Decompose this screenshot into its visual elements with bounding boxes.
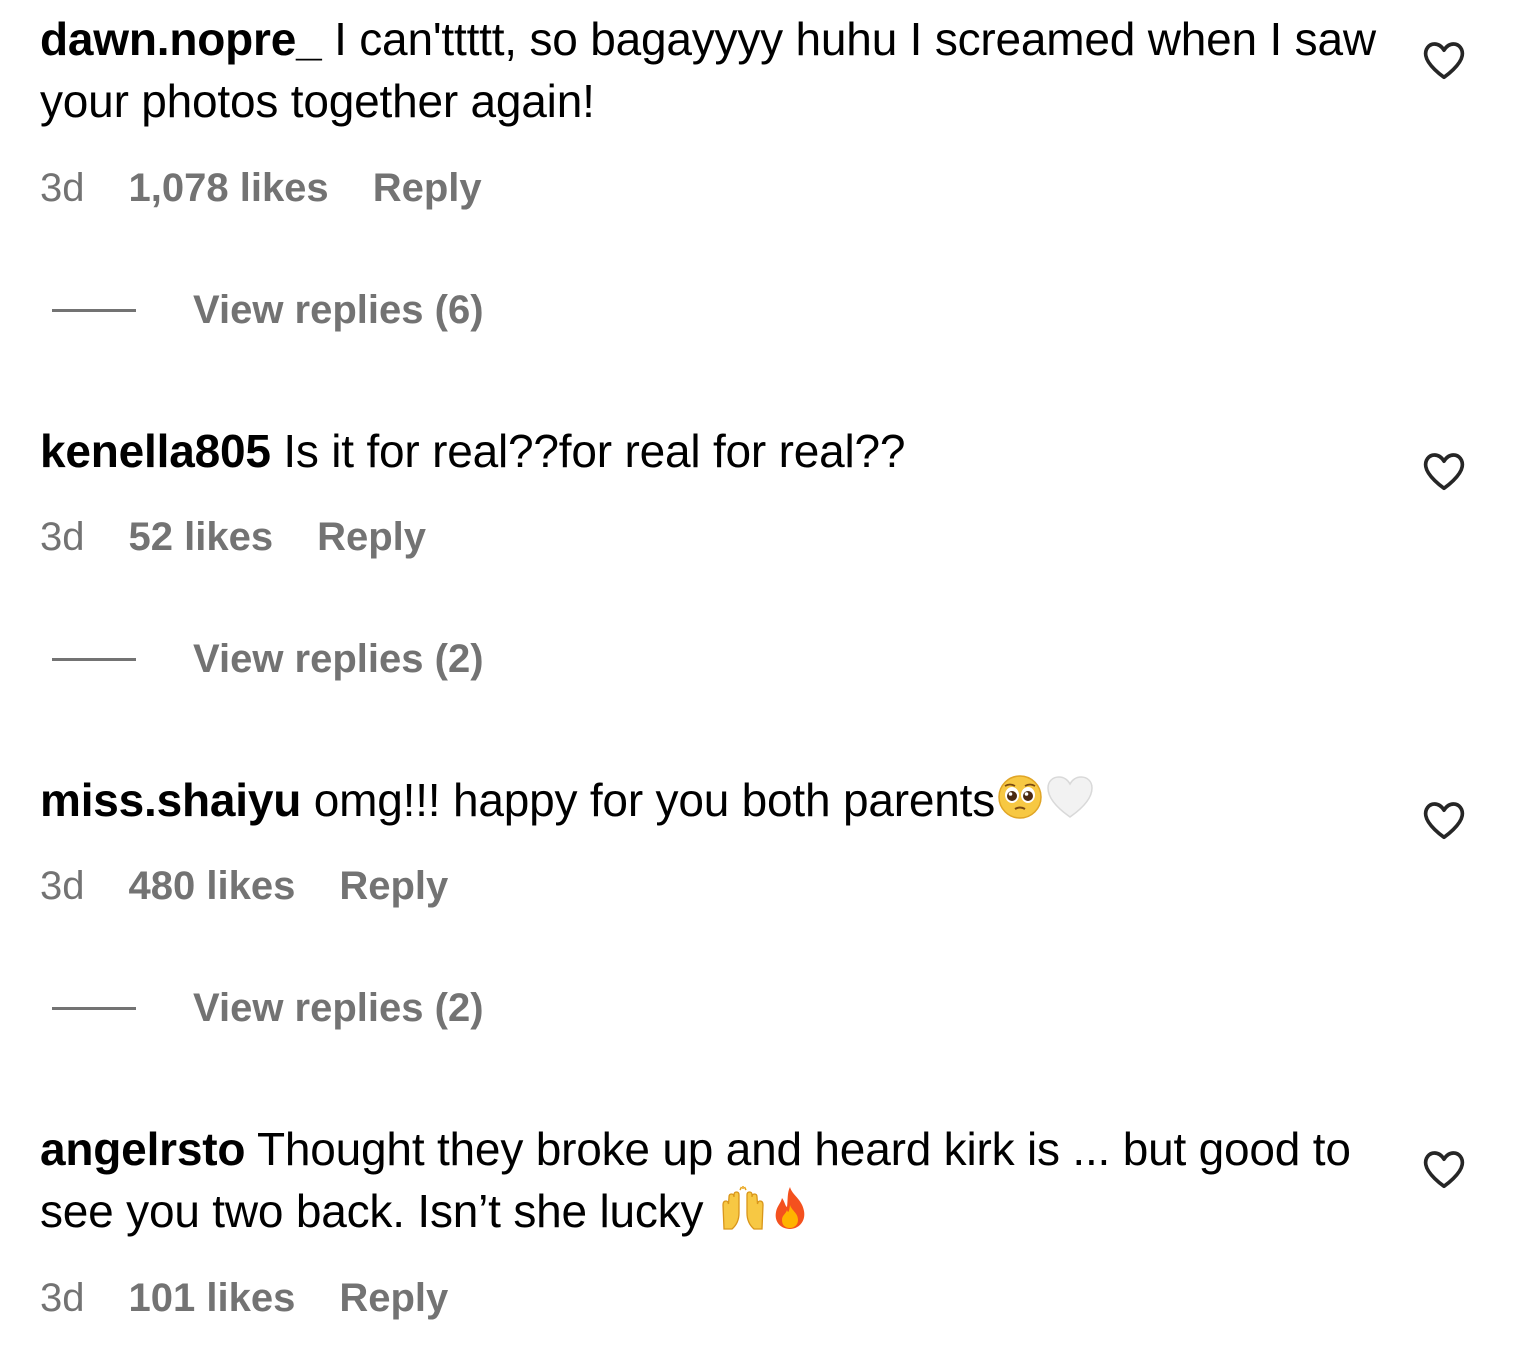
reply-button[interactable]: Reply	[373, 166, 482, 211]
comment-text: kenella805 Is it for real??for real for …	[40, 420, 1410, 482]
comment-time[interactable]: 3d	[40, 166, 85, 211]
comment-username[interactable]: angelrsto	[40, 1123, 245, 1175]
comment-text: dawn.nopre_ I can'ttttt, so bagayyyy huh…	[40, 8, 1410, 132]
replies-divider-line	[52, 308, 136, 312]
view-replies-button[interactable]: View replies (2)	[52, 983, 484, 1033]
heart-outline-icon[interactable]	[1422, 451, 1466, 491]
comment-text: angelrsto Thought they broke up and hear…	[40, 1118, 1410, 1246]
comment-username[interactable]: kenella805	[40, 425, 271, 477]
comment-meta: 3d 52 likes Reply	[40, 512, 426, 562]
comment-body: Is it for real??for real for real??	[270, 425, 906, 477]
heart-outline-icon[interactable]	[1422, 800, 1466, 840]
view-replies-button[interactable]: View replies (6)	[52, 285, 484, 335]
replies-divider-line	[52, 657, 136, 661]
comment-likes[interactable]: 52 likes	[129, 515, 274, 560]
pleading-face-emoji	[997, 773, 1043, 835]
reply-button[interactable]: Reply	[339, 1276, 448, 1321]
reply-button[interactable]: Reply	[339, 864, 448, 909]
comment-likes[interactable]: 101 likes	[129, 1276, 296, 1321]
comment-username[interactable]: miss.shaiyu	[40, 774, 301, 826]
view-replies-button[interactable]: View replies (2)	[52, 634, 484, 684]
comment-body: omg!!! happy for you both parents	[301, 774, 996, 826]
raising-hands-emoji	[718, 1184, 768, 1246]
comment-time[interactable]: 3d	[40, 515, 85, 560]
heart-outline-icon[interactable]	[1422, 1149, 1466, 1189]
comment-item: dawn.nopre_ I can'ttttt, so bagayyyy huh…	[40, 8, 1536, 332]
replies-divider-line	[52, 1006, 136, 1010]
comment-time[interactable]: 3d	[40, 1276, 85, 1321]
comment-meta: 3d 1,078 likes Reply	[40, 163, 482, 213]
view-replies-label: View replies (2)	[193, 985, 484, 1030]
fire-emoji	[770, 1184, 810, 1246]
comment-likes[interactable]: 1,078 likes	[129, 166, 329, 211]
comment-item: kenella805 Is it for real??for real for …	[40, 420, 1536, 681]
comment-username[interactable]: dawn.nopre_	[40, 13, 322, 65]
comment-item: miss.shaiyu omg!!! happy for you both pa…	[40, 769, 1536, 1030]
comment-meta: 3d 101 likes Reply	[40, 1273, 448, 1323]
comment-likes[interactable]: 480 likes	[129, 864, 296, 909]
heart-outline-icon[interactable]	[1422, 40, 1466, 80]
comment-item: angelrsto Thought they broke up and hear…	[40, 1118, 1536, 1320]
comment-time[interactable]: 3d	[40, 864, 85, 909]
comment-text: miss.shaiyu omg!!! happy for you both pa…	[40, 769, 1410, 835]
view-replies-label: View replies (6)	[193, 287, 484, 332]
view-replies-label: View replies (2)	[193, 636, 484, 681]
white-heart-emoji	[1045, 773, 1095, 835]
reply-button[interactable]: Reply	[317, 515, 426, 560]
comment-meta: 3d 480 likes Reply	[40, 861, 448, 911]
